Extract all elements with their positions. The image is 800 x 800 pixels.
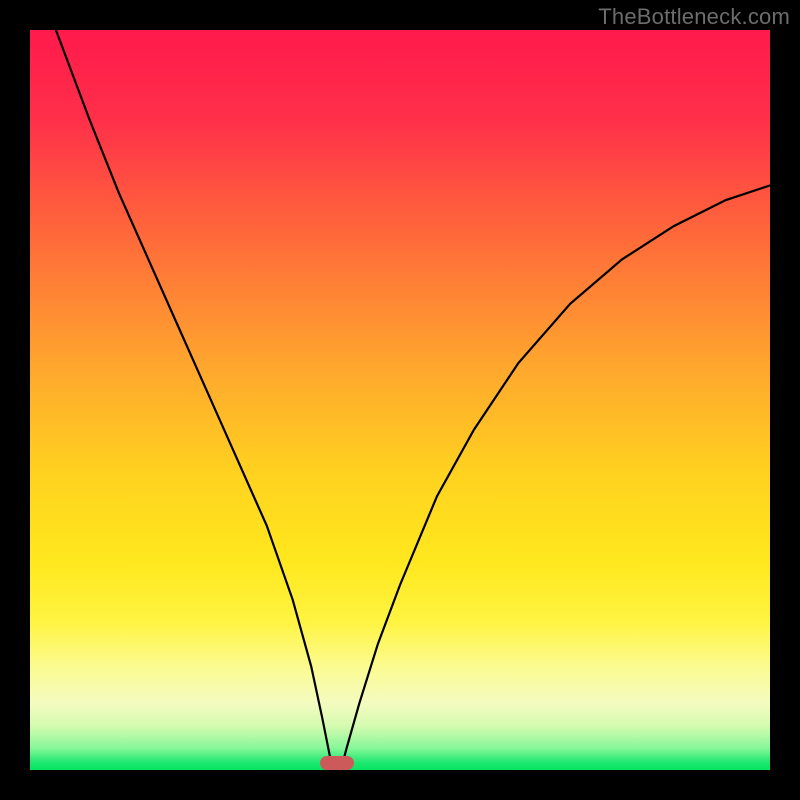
watermark-text: TheBottleneck.com <box>598 4 790 30</box>
curve-left <box>56 30 334 770</box>
bottleneck-marker <box>320 756 353 770</box>
curve-right <box>341 185 770 770</box>
plot-area <box>30 30 770 770</box>
chart-frame: TheBottleneck.com <box>0 0 800 800</box>
curve-svg <box>30 30 770 770</box>
